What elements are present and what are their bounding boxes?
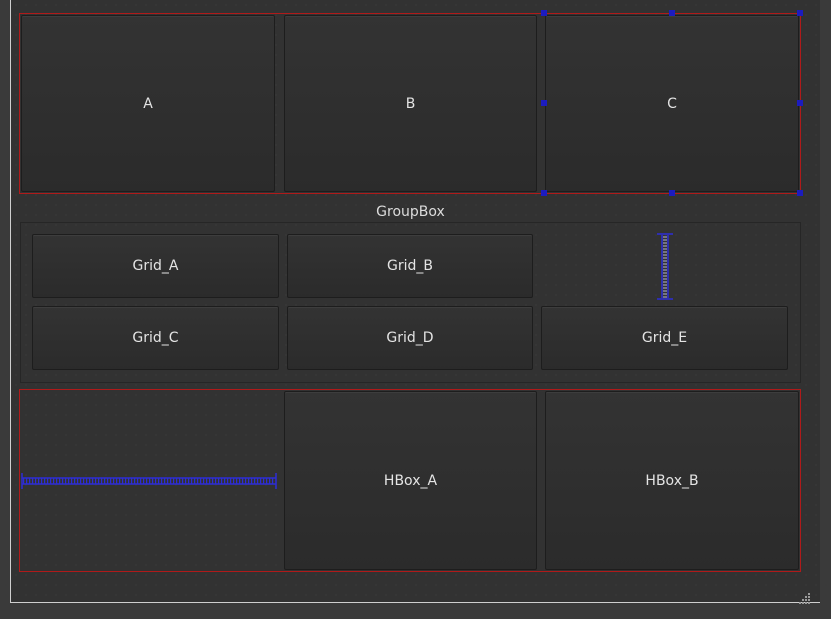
grid-c-button[interactable]: Grid_C [32,306,279,370]
grid-e-label: Grid_E [641,330,688,346]
grid-e-button[interactable]: Grid_E [541,306,788,370]
selection-handle-middle-left[interactable] [541,100,547,106]
selection-handle-top-left[interactable] [541,10,547,16]
grid-b-label: Grid_B [387,258,433,274]
button-b-label: B [405,95,416,112]
grid-b-button[interactable]: Grid_B [287,234,533,298]
selection-handle-bottom-middle[interactable] [669,190,675,196]
selection-handle-middle-right[interactable] [797,100,803,106]
button-a-label: A [143,95,153,112]
hbox-a-button[interactable]: HBox_A [284,391,537,570]
horizontal-spacer[interactable] [21,472,277,490]
button-a[interactable]: A [21,15,275,192]
grid-c-label: Grid_C [132,330,179,346]
resize-grip-icon[interactable] [799,592,811,604]
groupbox-title: GroupBox [376,204,445,220]
grid-a-button[interactable]: Grid_A [32,234,279,298]
selection-handle-top-right[interactable] [797,10,803,16]
selection-handle-bottom-right[interactable] [797,190,803,196]
vertical-spacer[interactable] [655,233,675,300]
button-c[interactable]: C [545,15,799,192]
grid-d-button[interactable]: Grid_D [287,306,533,370]
grid-d-label: Grid_D [386,330,434,346]
selection-handle-bottom-left[interactable] [541,190,547,196]
grid-a-label: Grid_A [132,258,179,274]
hbox-b-button[interactable]: HBox_B [545,391,799,570]
hbox-a-label: HBox_A [383,472,438,489]
button-c-label: C [667,95,677,112]
selection-handle-top-middle[interactable] [669,10,675,16]
hbox-b-label: HBox_B [645,472,699,489]
button-b[interactable]: B [284,15,537,192]
